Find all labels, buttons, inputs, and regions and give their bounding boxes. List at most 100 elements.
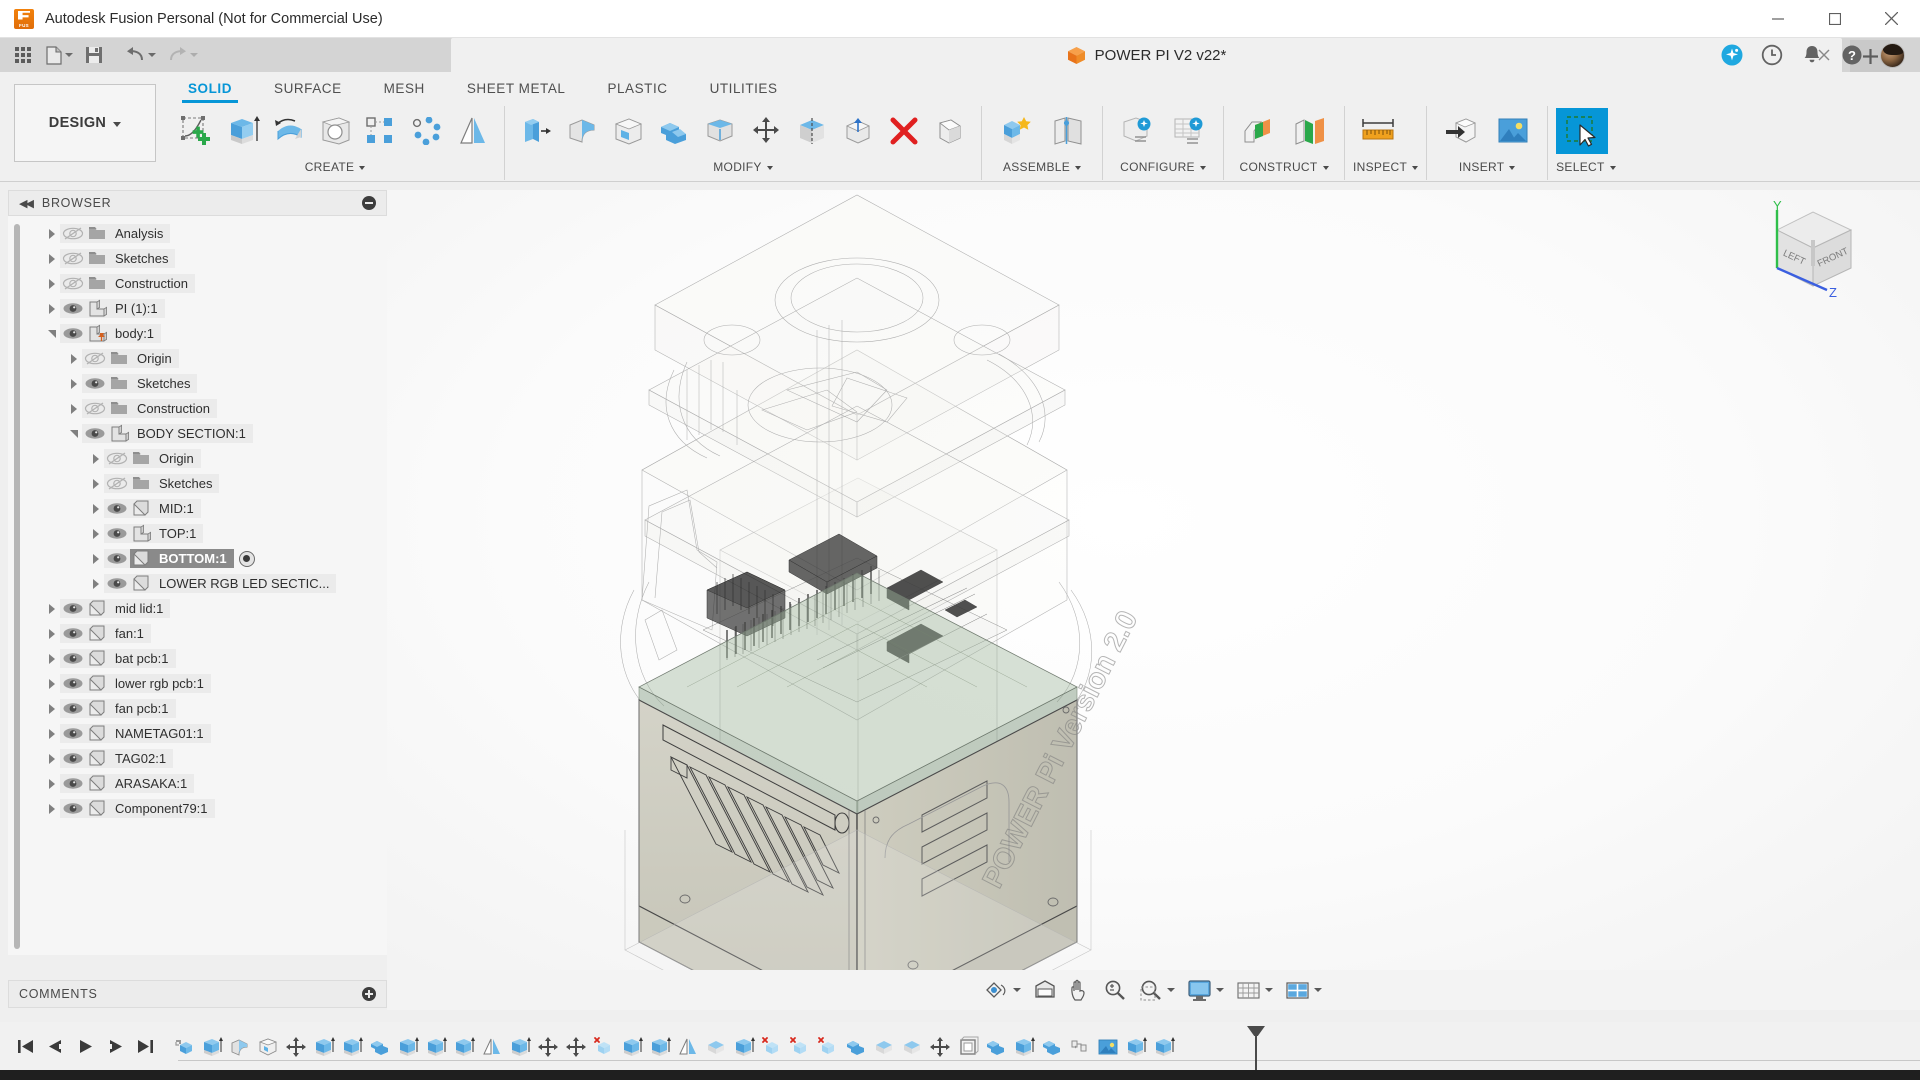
- chevron-collapsed-icon[interactable]: [88, 521, 104, 546]
- delete-button[interactable]: [881, 108, 927, 154]
- user-avatar[interactable]: [1872, 38, 1912, 72]
- chevron-collapsed-icon[interactable]: [88, 446, 104, 471]
- chevron-expanded-icon[interactable]: [44, 321, 60, 346]
- timeline-feature[interactable]: [786, 1029, 814, 1063]
- browser-tree-item[interactable]: Construction: [8, 396, 387, 421]
- browser-tree-item[interactable]: TAG02:1: [8, 746, 387, 771]
- browser-tree-item[interactable]: Origin: [8, 446, 387, 471]
- maximize-button[interactable]: [1806, 0, 1863, 38]
- timeline-feature[interactable]: [590, 1029, 618, 1063]
- browser-tree-item[interactable]: bat pcb:1: [8, 646, 387, 671]
- timeline-feature[interactable]: [506, 1029, 534, 1063]
- timeline-feature[interactable]: [1150, 1029, 1178, 1063]
- viewports-button[interactable]: [1279, 975, 1328, 1005]
- eye-visible-icon[interactable]: [60, 749, 86, 768]
- ribbon-panel-insert-label[interactable]: INSERT: [1435, 156, 1539, 178]
- timeline-feature[interactable]: [646, 1029, 674, 1063]
- workspace-selector[interactable]: DESIGN: [14, 84, 156, 162]
- eye-visible-icon[interactable]: [60, 724, 86, 743]
- timeline-feature[interactable]: [394, 1029, 422, 1063]
- eye-visible-icon[interactable]: [60, 699, 86, 718]
- timeline-feature[interactable]: [1010, 1029, 1038, 1063]
- display-mode-button[interactable]: [1181, 975, 1230, 1005]
- new-document-button[interactable]: [42, 40, 77, 70]
- circular-pattern-button[interactable]: [404, 108, 450, 154]
- fillet-button[interactable]: [559, 108, 605, 154]
- new-component-button[interactable]: [990, 108, 1042, 154]
- browser-tree-item[interactable]: Sketches: [8, 246, 387, 271]
- measure-button[interactable]: [1353, 108, 1405, 154]
- ribbon-panel-inspect-label[interactable]: INSPECT: [1353, 156, 1419, 178]
- chevron-collapsed-icon[interactable]: [44, 771, 60, 796]
- help-question-icon[interactable]: ?: [1832, 38, 1872, 72]
- minimize-button[interactable]: [1749, 0, 1806, 38]
- eye-visible-icon[interactable]: [60, 674, 86, 693]
- ribbon-panel-select-label[interactable]: SELECT: [1556, 156, 1616, 178]
- eye-visible-icon[interactable]: [104, 549, 130, 568]
- timeline-feature[interactable]: [338, 1029, 366, 1063]
- ribbon-panel-configure-label[interactable]: CONFIGURE: [1111, 156, 1215, 178]
- offset-plane-button[interactable]: [1232, 108, 1284, 154]
- chevron-expanded-icon[interactable]: [66, 421, 82, 446]
- pan-button[interactable]: [1063, 975, 1097, 1005]
- timeline-feature[interactable]: [310, 1029, 338, 1063]
- eye-visible-icon[interactable]: [60, 649, 86, 668]
- eye-hidden-icon[interactable]: [104, 474, 130, 493]
- timeline-feature[interactable]: [982, 1029, 1010, 1063]
- 3d-viewport[interactable]: POWER Pi Version 2.0 LEFT FRONT Y Z: [387, 190, 1920, 970]
- chevron-collapsed-icon[interactable]: [44, 296, 60, 321]
- timeline-feature[interactable]: [562, 1029, 590, 1063]
- eye-visible-icon[interactable]: [60, 299, 86, 318]
- eye-visible-icon[interactable]: [60, 624, 86, 643]
- combine-button[interactable]: [651, 108, 697, 154]
- mirror-button[interactable]: [450, 108, 496, 154]
- ribbon-tab-solid[interactable]: SOLID: [176, 72, 244, 104]
- eye-hidden-icon[interactable]: [60, 249, 86, 268]
- browser-tree-item[interactable]: Analysis: [8, 221, 387, 246]
- chevron-collapsed-icon[interactable]: [44, 696, 60, 721]
- timeline-feature[interactable]: [1066, 1029, 1094, 1063]
- revolve-button[interactable]: [266, 108, 312, 154]
- eye-hidden-icon[interactable]: [82, 399, 108, 418]
- timeline-feature[interactable]: [1038, 1029, 1066, 1063]
- ribbon-panel-create-label[interactable]: CREATE: [174, 156, 496, 178]
- chevron-collapsed-icon[interactable]: [66, 371, 82, 396]
- ribbon-tab-surface[interactable]: SURFACE: [262, 72, 354, 104]
- eye-visible-icon[interactable]: [104, 499, 130, 518]
- configuration-table-button[interactable]: [1163, 108, 1215, 154]
- browser-tree-item[interactable]: NAMETAG01:1: [8, 721, 387, 746]
- timeline-feature[interactable]: [758, 1029, 786, 1063]
- timeline-feature[interactable]: [422, 1029, 450, 1063]
- save-button[interactable]: [81, 40, 118, 70]
- browser-tree-item[interactable]: fan:1: [8, 621, 387, 646]
- timeline-feature[interactable]: [366, 1029, 394, 1063]
- collapse-left-icon[interactable]: ◀◀: [19, 197, 34, 210]
- browser-tree-item[interactable]: Sketches: [8, 371, 387, 396]
- timeline-feature[interactable]: [198, 1029, 226, 1063]
- select-tool-button[interactable]: [1556, 108, 1609, 154]
- timeline-feature[interactable]: [926, 1029, 954, 1063]
- chevron-collapsed-icon[interactable]: [44, 246, 60, 271]
- browser-tree-item[interactable]: mid lid:1: [8, 596, 387, 621]
- close-button[interactable]: [1863, 0, 1920, 38]
- view-cube[interactable]: LEFT FRONT Y Z: [1755, 198, 1865, 300]
- browser-tree-item[interactable]: Origin: [8, 346, 387, 371]
- ribbon-panel-assemble-label[interactable]: ASSEMBLE: [990, 156, 1094, 178]
- canvas-image-button[interactable]: [1487, 108, 1539, 154]
- chevron-collapsed-icon[interactable]: [44, 621, 60, 646]
- timeline-feature[interactable]: [618, 1029, 646, 1063]
- browser-tree-item[interactable]: Construction: [8, 271, 387, 296]
- chevron-collapsed-icon[interactable]: [44, 721, 60, 746]
- timeline-feature[interactable]: [954, 1029, 982, 1063]
- chevron-collapsed-icon[interactable]: [44, 596, 60, 621]
- redo-button[interactable]: [164, 40, 202, 70]
- plus-circle-icon[interactable]: [362, 987, 376, 1001]
- timeline-feature[interactable]: [282, 1029, 310, 1063]
- timeline-marker[interactable]: [1255, 1026, 1257, 1070]
- active-component-radio[interactable]: [238, 550, 255, 567]
- align-button[interactable]: [835, 108, 881, 154]
- timeline-feature[interactable]: [534, 1029, 562, 1063]
- ribbon-panel-construct-label[interactable]: CONSTRUCT: [1232, 156, 1336, 178]
- ribbon-tab-utilities[interactable]: UTILITIES: [698, 72, 790, 104]
- chevron-collapsed-icon[interactable]: [88, 496, 104, 521]
